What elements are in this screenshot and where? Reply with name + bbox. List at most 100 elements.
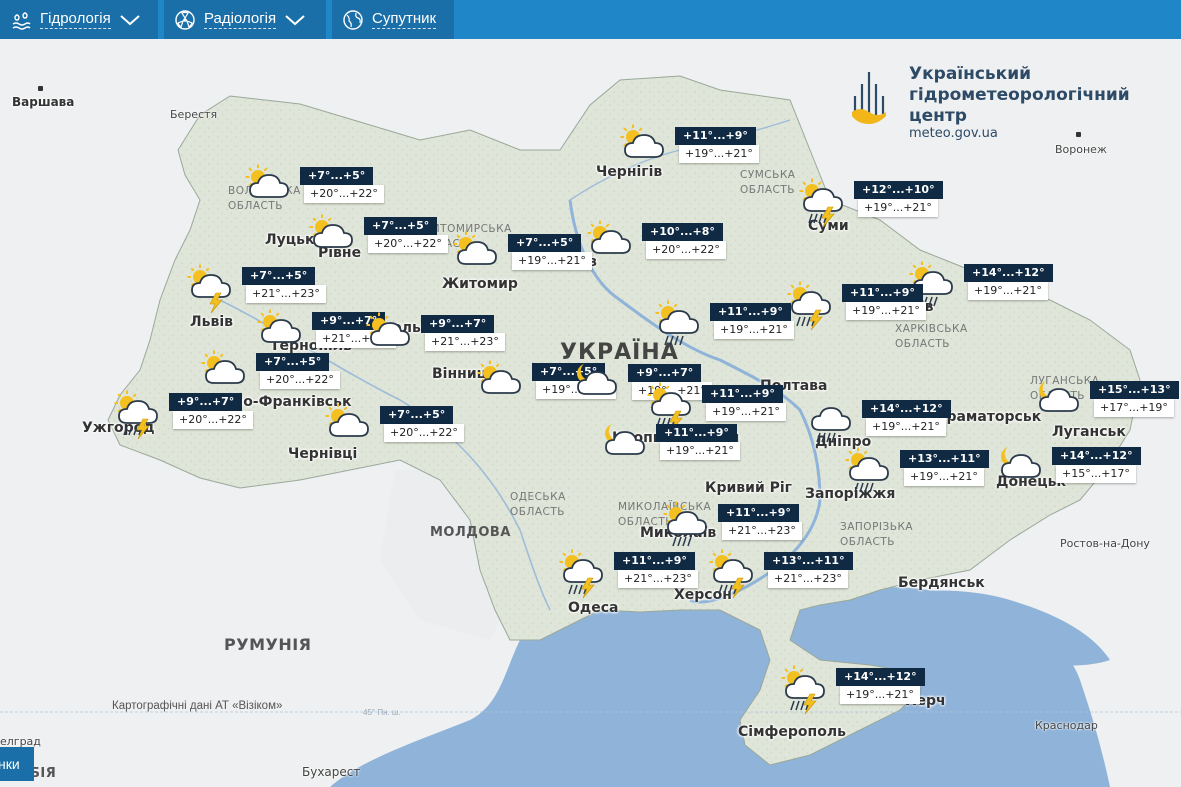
tab-radiology[interactable]: Радіологія — [164, 0, 326, 39]
tab-satellite[interactable]: Супутник — [332, 0, 454, 39]
forecast-night-temp: +7°...+5° — [380, 406, 454, 424]
forecast-night-temp: +11°...+9° — [710, 303, 791, 321]
thunderstorm-rain-icon[interactable] — [780, 664, 830, 716]
forecast-badge[interactable]: +11°...+9° +19°...+21° — [656, 424, 752, 462]
forecast-day-temp: +20°...+22° — [646, 241, 726, 259]
forecast-badge[interactable]: +11°...+9° +21°...+23° — [614, 552, 710, 590]
forecast-day-temp: +19°...+21° — [866, 418, 946, 436]
forecast-badge[interactable]: +7°...+5° +20°...+22° — [364, 217, 460, 255]
logo-url: meteo.gov.ua — [909, 126, 998, 141]
partly-cloudy-day-icon[interactable] — [476, 359, 526, 411]
forecast-day-temp: +20°...+22° — [260, 371, 340, 389]
thunderstorm-rain-icon[interactable] — [786, 280, 836, 332]
forecast-badge[interactable]: +12°...+10° +19°...+21° — [854, 181, 950, 219]
forecast-badge[interactable]: +9°...+7° +20°...+22° — [169, 393, 265, 431]
forecast-day-temp: +20°...+22° — [304, 185, 384, 203]
forecast-badge[interactable]: +7°...+5° +20°...+22° — [380, 406, 476, 444]
bottom-left-button[interactable]: нки — [0, 747, 34, 781]
thunderstorm-rain-icon[interactable] — [113, 389, 163, 441]
forecast-badge[interactable]: +14°...+12° +15°...+17° — [1052, 447, 1148, 485]
partly-cloudy-day-icon[interactable] — [365, 311, 415, 363]
ugmc-logo[interactable]: Український гідрометеорологічний центр m… — [846, 64, 1146, 144]
forecast-badge[interactable]: +15°...+13° +17°...+19° — [1090, 381, 1181, 419]
forecast-night-temp: +7°...+5° — [364, 217, 438, 235]
forecast-day-temp: +19°...+21° — [968, 282, 1048, 300]
forecast-day-temp: +21°...+23° — [246, 285, 326, 303]
thunderstorm-rain-icon[interactable] — [558, 548, 608, 600]
globe-icon — [343, 9, 363, 30]
forecast-night-temp: +12°...+10° — [854, 181, 943, 199]
partly-cloudy-day-icon[interactable] — [308, 213, 358, 265]
sun-cloud-rain-icon[interactable] — [654, 299, 704, 351]
forecast-night-temp: +10°...+8° — [642, 223, 723, 241]
forecast-day-temp: +15°...+17° — [1056, 465, 1136, 483]
forecast-night-temp: +7°...+5° — [256, 353, 330, 371]
forecast-badge[interactable]: +14°...+12° +19°...+21° — [862, 400, 958, 438]
radiation-icon — [175, 9, 195, 30]
forecast-night-temp: +14°...+12° — [964, 264, 1053, 282]
forecast-badge[interactable]: +14°...+12° +19°...+21° — [836, 668, 932, 706]
forecast-day-temp: +19°...+21° — [714, 321, 794, 339]
forecast-badge[interactable]: +11°...+9° +19°...+21° — [675, 127, 771, 165]
forecast-badge[interactable]: +10°...+8° +20°...+22° — [642, 223, 738, 261]
thunderstorm-rain-icon[interactable] — [798, 177, 848, 229]
partly-cloudy-day-icon[interactable] — [586, 219, 636, 271]
tab-radiology-label: Радіологія — [204, 10, 277, 29]
forecast-badge[interactable]: +11°...+9° +21°...+23° — [718, 504, 814, 542]
forecast-badge[interactable]: +13°...+11° +21°...+23° — [764, 552, 860, 590]
city-dot — [38, 86, 43, 91]
thunderstorm-icon[interactable] — [186, 263, 236, 315]
forecast-day-temp: +21°...+23° — [722, 522, 802, 540]
forecast-night-temp: +11°...+9° — [718, 504, 799, 522]
partly-cloudy-day-icon[interactable] — [244, 163, 294, 215]
forecast-night-temp: +7°...+5° — [242, 267, 316, 285]
forecast-badge[interactable]: +13°...+11° +19°...+21° — [900, 450, 996, 488]
forecast-badge[interactable]: +7°...+5° +20°...+22° — [300, 167, 396, 205]
forecast-day-temp: +20°...+22° — [384, 424, 464, 442]
forecast-badge[interactable]: +11°...+9° +19°...+21° — [702, 385, 798, 423]
forecast-day-temp: +21°...+23° — [768, 570, 848, 588]
forecast-night-temp: +11°...+9° — [675, 127, 756, 145]
chevron-down-icon — [285, 14, 305, 25]
partly-cloudy-day-icon[interactable] — [324, 402, 374, 454]
forecast-night-temp: +15°...+13° — [1090, 381, 1179, 399]
sun-cloud-rain-icon[interactable] — [844, 446, 894, 498]
partly-cloudy-day-icon[interactable] — [619, 123, 669, 175]
forecast-badge[interactable]: +9°...+7° +21°...+23° — [421, 315, 517, 353]
forecast-badge[interactable]: +14°...+12° +19°...+21° — [964, 264, 1060, 302]
sun-cloud-rain-icon[interactable] — [662, 500, 712, 552]
partly-cloudy-day-icon[interactable] — [452, 230, 502, 282]
forecast-badge[interactable]: +11°...+9° +19°...+21° — [842, 284, 938, 322]
forecast-night-temp: +9°...+7° — [628, 364, 702, 382]
partly-cloudy-night-icon[interactable] — [572, 360, 622, 412]
forecast-night-temp: +7°...+5° — [300, 167, 374, 185]
forecast-night-temp: +11°...+9° — [614, 552, 695, 570]
city-dot — [1076, 132, 1081, 137]
logo-title: Український гідрометеорологічний центр — [909, 64, 1130, 126]
forecast-day-temp: +21°...+23° — [618, 570, 698, 588]
forecast-night-temp: +14°...+12° — [1052, 447, 1141, 465]
forecast-day-temp: +19°...+21° — [679, 145, 759, 163]
forecast-night-temp: +11°...+9° — [702, 385, 783, 403]
forecast-day-temp: +19°...+21° — [840, 686, 920, 704]
forecast-night-temp: +11°...+9° — [842, 284, 923, 302]
partly-cloudy-night-icon[interactable] — [996, 443, 1046, 495]
cloud-rain-icon[interactable] — [806, 396, 856, 448]
tab-hydrology-label: Гідрологія — [40, 10, 111, 29]
forecast-night-temp: +14°...+12° — [862, 400, 951, 418]
forecast-day-temp: +19°...+21° — [706, 403, 786, 421]
forecast-night-temp: +7°...+5° — [508, 234, 582, 252]
thunderstorm-rain-icon[interactable] — [708, 548, 758, 600]
chevron-down-icon — [120, 14, 140, 25]
tab-hydrology[interactable]: Гідрологія — [0, 0, 158, 39]
forecast-day-temp: +19°...+21° — [660, 442, 740, 460]
forecast-badge[interactable]: +7°...+5° +20°...+22° — [256, 353, 352, 391]
partly-cloudy-night-icon[interactable] — [1034, 377, 1084, 429]
forecast-badge[interactable]: +7°...+5° +21°...+23° — [242, 267, 338, 305]
forecast-night-temp: +13°...+11° — [900, 450, 989, 468]
forecast-day-temp: +19°...+21° — [904, 468, 984, 486]
water-drops-icon — [12, 11, 31, 30]
forecast-night-temp: +11°...+9° — [656, 424, 737, 442]
partly-cloudy-night-icon[interactable] — [600, 420, 650, 472]
forecast-day-temp: +21°...+23° — [425, 333, 505, 351]
